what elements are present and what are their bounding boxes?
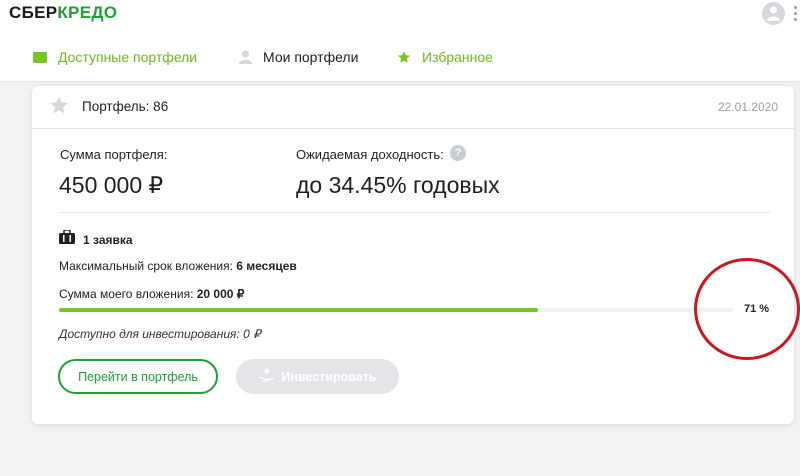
portfolio-date: 22.01.2020	[717, 100, 778, 114]
invest-button-label: Инвестировать	[281, 369, 377, 384]
more-menu-icon[interactable]	[794, 6, 797, 24]
my-investment-value: 20 000 ₽	[196, 287, 245, 301]
expected-yield-value: до 34.45% годовых	[296, 172, 500, 198]
profile-avatar-icon[interactable]	[762, 2, 785, 25]
tab-available-portfolios[interactable]: Доступные портфели	[32, 46, 197, 68]
tab-label: Избранное	[422, 49, 493, 65]
user-icon	[237, 49, 253, 65]
max-term-row: Максимальный срок вложения: 6 месяцев	[59, 259, 297, 273]
annotation-circle	[694, 258, 800, 360]
hand-coin-icon	[258, 368, 274, 385]
tab-my-portfolios[interactable]: Мои портфели	[237, 46, 358, 68]
my-investment-row: Сумма моего вложения: 20 000 ₽	[59, 287, 244, 301]
help-icon[interactable]: ?	[450, 145, 466, 161]
tab-favorites[interactable]: Избранное	[396, 46, 493, 68]
portfolio-title: Портфель: 86	[82, 99, 169, 114]
available-to-invest: Доступно для инвестирования: 0 ₽	[59, 327, 261, 341]
star-icon	[396, 49, 412, 65]
max-term-value: 6 месяцев	[236, 259, 297, 273]
requests-count: 1 заявка	[83, 233, 133, 247]
wallet-icon	[32, 49, 48, 65]
my-investment-label: Сумма моего вложения:	[59, 287, 194, 301]
go-to-portfolio-button[interactable]: Перейти в портфель	[58, 359, 218, 394]
divider	[59, 212, 770, 213]
portfolio-tabs: Доступные портфели Мои портфели Избранно…	[0, 33, 800, 82]
portfolio-sum-value: 450 000 ₽	[59, 172, 164, 198]
portfolio-card-header: Портфель: 86 22.01.2020	[32, 86, 794, 129]
max-term-label: Максимальный срок вложения:	[59, 259, 233, 273]
top-bar: СБЕРКРЕДО	[0, 0, 800, 33]
investment-progress-fill	[59, 308, 538, 312]
investment-progress-bar	[59, 308, 733, 312]
tab-label: Мои портфели	[263, 49, 359, 65]
invest-button[interactable]: Инвестировать	[236, 359, 399, 394]
expected-yield-label: Ожидаемая доходность:	[296, 147, 444, 162]
tab-label: Доступные портфели	[58, 49, 198, 65]
briefcase-icon	[59, 229, 75, 249]
favorite-star-icon[interactable]	[49, 95, 69, 120]
portfolio-card: Портфель: 86 22.01.2020 Сумма портфеля: …	[32, 86, 794, 424]
brand-logo[interactable]: СБЕРКРЕДО	[9, 3, 117, 23]
portfolio-sum-label: Сумма портфеля:	[60, 147, 168, 162]
